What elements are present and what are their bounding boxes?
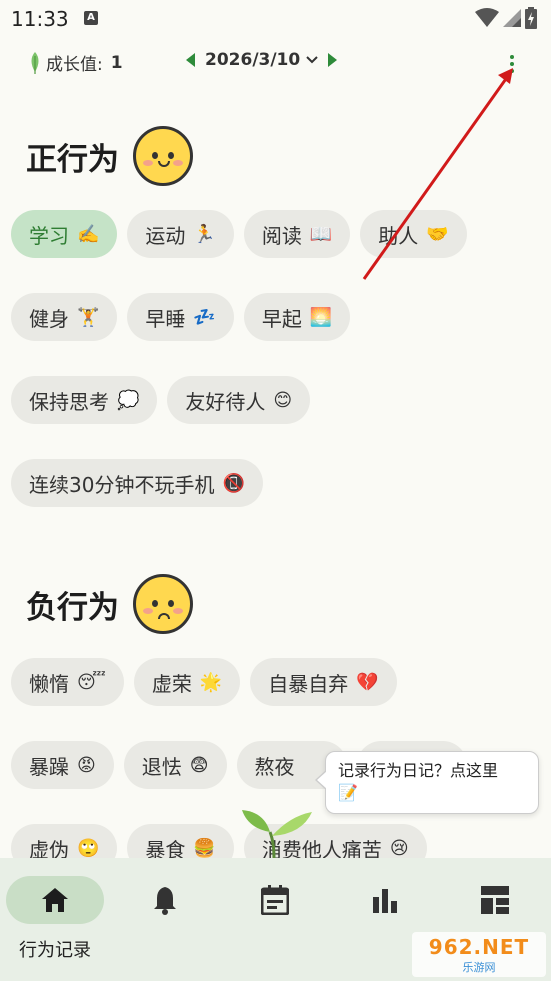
wifi-icon (475, 8, 499, 27)
behavior-chip[interactable]: 助人 🤝 (360, 210, 467, 258)
sad-face-icon (133, 574, 193, 634)
notification-icon: A (84, 11, 98, 25)
status-icons (475, 6, 537, 30)
behavior-chip[interactable]: 早起 🌅 (243, 293, 351, 341)
watermark-logo: 962.NET 乐游网 (412, 932, 546, 977)
positive-row-3: 保持思考 💭 友好待人 😊 (11, 376, 311, 424)
positive-row-1: 学习 ✍️ 运动 🏃 阅读 📖 助人 🤝 (11, 210, 467, 258)
memo-icon: 📝 (338, 783, 358, 802)
growth-value-display: 成长值: 1 (28, 50, 123, 75)
bell-icon (154, 887, 176, 915)
more-options-icon[interactable] (504, 52, 520, 76)
behavior-chip[interactable]: 运动 🏃 (127, 210, 234, 258)
behavior-chip[interactable]: 连续30分钟不玩手机 📵 (11, 459, 263, 507)
positive-section-title: 正行为 (26, 126, 193, 186)
battery-icon (525, 7, 537, 29)
behavior-chip[interactable]: 虚荣 🌟 (133, 658, 241, 706)
happy-face-icon (133, 126, 193, 186)
behavior-chip[interactable]: 早睡 💤 (127, 293, 234, 341)
signal-icon (503, 9, 521, 27)
behavior-chip[interactable]: 保持思考 💭 (11, 376, 158, 424)
home-icon (42, 888, 68, 912)
behavior-chip[interactable]: 自暴自弃 💔 (250, 658, 397, 706)
behavior-chip[interactable]: 友好待人 😊 (167, 376, 311, 424)
top-bar: 成长值: 1 2026/3/10 (0, 48, 551, 80)
behavior-chip[interactable]: 退怯 😨 (123, 741, 227, 789)
diary-tooltip[interactable]: 记录行为日记？点这里 📝 (315, 751, 539, 814)
chevron-down-icon[interactable] (306, 55, 318, 65)
negative-row-1: 懒惰 😴 虚荣 🌟 自暴自弃 💔 (11, 658, 397, 706)
behavior-chip[interactable]: 阅读 📖 (243, 210, 351, 258)
date-picker: 2026/3/10 (186, 50, 338, 70)
status-bar: 11:33 A (0, 0, 551, 40)
nav-statistics[interactable] (330, 876, 440, 924)
nav-dashboard[interactable] (440, 876, 550, 924)
negative-section-title: 负行为 (26, 574, 193, 634)
growth-value: 1 (110, 52, 123, 73)
nav-calendar[interactable] (220, 876, 330, 924)
sprout-icon (242, 810, 312, 858)
status-time: 11:33 (11, 7, 69, 31)
date-label[interactable]: 2026/3/10 (205, 50, 300, 70)
tooltip-text: 记录行为日记？点这里 (338, 761, 499, 780)
calendar-icon (261, 885, 289, 915)
bar-chart-icon (373, 889, 397, 913)
behavior-chip[interactable]: 懒惰 😴 (11, 658, 124, 706)
behavior-chip[interactable]: 暴躁 😡 (11, 741, 114, 789)
growth-label: 成长值: (46, 55, 103, 75)
positive-row-2: 健身 🏋️ 早睡 💤 早起 🌅 (11, 293, 351, 341)
prev-day-button[interactable] (186, 53, 195, 67)
leaf-icon (31, 51, 39, 74)
behavior-chip[interactable]: 健身 🏋️ (11, 293, 118, 341)
dashboard-icon (481, 886, 509, 914)
next-day-button[interactable] (328, 53, 338, 67)
nav-label: 行为记录 (19, 940, 91, 961)
positive-row-4: 连续30分钟不玩手机 📵 (11, 459, 263, 507)
nav-notifications[interactable] (110, 876, 220, 924)
nav-behavior-record[interactable]: 行为记录 (0, 876, 110, 962)
behavior-chip[interactable]: 学习 ✍️ (11, 210, 118, 258)
